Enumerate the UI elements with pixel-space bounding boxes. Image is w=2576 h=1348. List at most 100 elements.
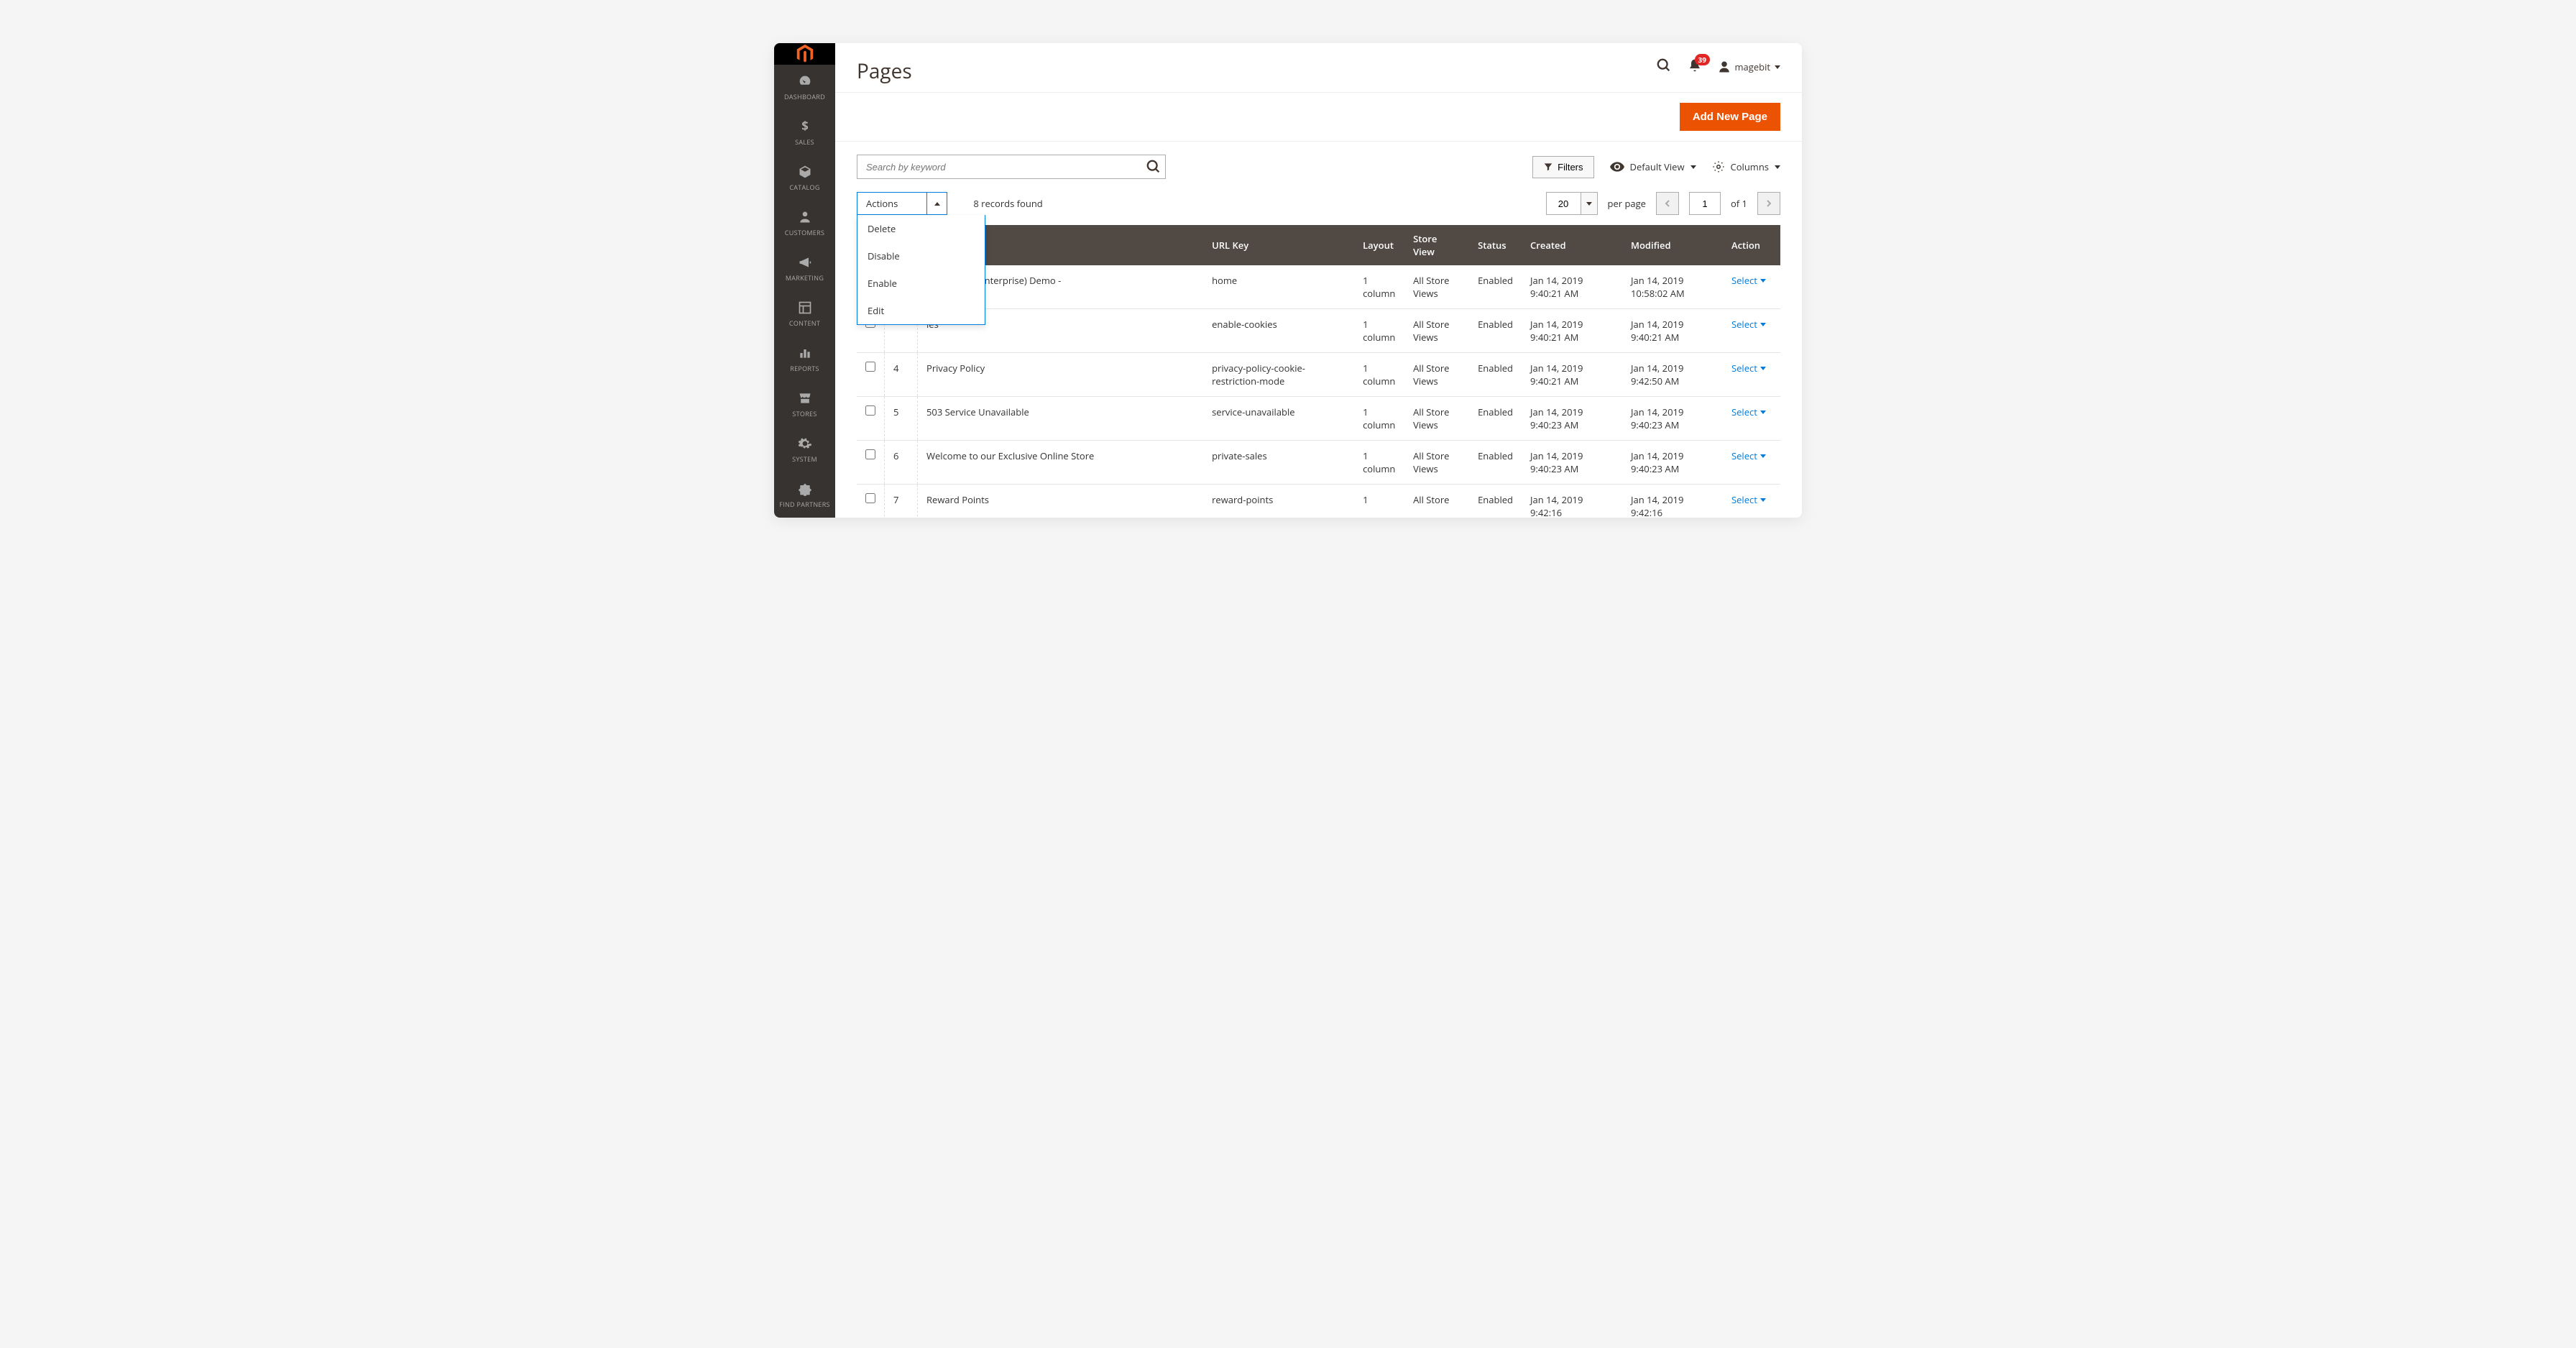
caret-down-icon [1760,279,1766,283]
action-edit[interactable]: Edit [857,297,985,324]
actions-dropdown[interactable]: Actions [857,192,947,215]
filters-button[interactable]: Filters [1532,156,1593,178]
caret-down-icon[interactable] [1581,192,1598,215]
add-new-page-button[interactable]: Add New Page [1680,103,1780,131]
sidebar-item-label: CUSTOMERS [785,228,824,237]
page-size-input[interactable] [1546,192,1581,215]
sidebar-item-find-partners[interactable]: FIND PARTNERS [774,472,835,518]
select-action-link[interactable]: Select [1731,362,1766,375]
cell-title: 503 Service Unavailable [918,397,1204,441]
row-checkbox-cell [857,353,885,397]
magento-logo[interactable] [774,43,835,65]
action-delete[interactable]: Delete [857,215,985,242]
caret-down-icon [1690,165,1696,169]
cell-action: Select [1723,485,1780,518]
row-checkbox[interactable] [865,362,875,372]
table-row: 7Reward Pointsreward-points1All StoreEna… [857,485,1780,518]
col-layout[interactable]: Layout [1354,225,1404,265]
row-checkbox-cell [857,441,885,485]
cell-layout: 1 [1354,485,1404,518]
sidebar-item-label: SALES [795,137,814,147]
funnel-icon [1543,162,1553,172]
dollar-icon: $ [797,119,813,134]
col-store-view[interactable]: Store View [1404,225,1469,265]
select-action-link[interactable]: Select [1731,318,1766,331]
per-page-label: per page [1608,197,1646,210]
records-found-label: 8 records found [973,197,1042,210]
select-action-link[interactable]: Select [1731,449,1766,462]
cell-url-key: reward-points [1203,485,1354,518]
cell-created: Jan 14, 2019 9:40:21 AM [1522,353,1622,397]
sidebar-item-content[interactable]: CONTENT [774,291,835,336]
cell-store-view: All Store Views [1404,397,1469,441]
eye-icon [1610,162,1624,172]
next-page-button[interactable] [1757,192,1780,215]
sidebar-item-sales[interactable]: $ SALES [774,110,835,155]
cell-title: Welcome to our Exclusive Online Store [918,441,1204,485]
caret-down-icon [1760,367,1766,370]
page-size-selector[interactable] [1546,192,1598,215]
cell-store-view: All Store Views [1404,441,1469,485]
caret-down-icon [1760,411,1766,414]
col-modified[interactable]: Modified [1622,225,1723,265]
action-disable[interactable]: Disable [857,242,985,270]
sidebar-item-catalog[interactable]: CATALOG [774,155,835,201]
cell-action: Select [1723,397,1780,441]
storefront-icon [797,390,813,406]
columns-button[interactable]: Columns [1712,160,1780,173]
gauge-icon [797,73,813,89]
caret-up-icon [926,193,947,214]
select-action-link[interactable]: Select [1731,493,1766,506]
cell-layout: 1 column [1354,441,1404,485]
col-action[interactable]: Action [1723,225,1780,265]
actions-bar: Actions Delete Disable Enable Edit 8 rec… [835,186,1802,225]
row-checkbox[interactable] [865,493,875,503]
table-row: 4Privacy Policyprivacy-policy-cookie-res… [857,353,1780,397]
cell-created: Jan 14, 2019 9:40:21 AM [1522,309,1622,353]
cell-modified: Jan 14, 2019 9:40:21 AM [1622,309,1723,353]
actions-dropdown-label: Actions [857,197,926,210]
cell-modified: Jan 14, 2019 10:58:02 AM [1622,265,1723,309]
cell-status: Enabled [1469,353,1522,397]
row-checkbox[interactable] [865,405,875,416]
sidebar-item-label: STORES [792,409,816,418]
cell-id: 7 [885,485,918,518]
cube-icon [797,164,813,180]
col-created[interactable]: Created [1522,225,1622,265]
sidebar-item-customers[interactable]: CUSTOMERS [774,201,835,246]
total-pages-label: of 1 [1731,197,1747,210]
cell-store-view: All Store Views [1404,353,1469,397]
sidebar-item-dashboard[interactable]: DASHBOARD [774,65,835,110]
cell-created: Jan 14, 2019 9:42:16 [1522,485,1622,518]
row-checkbox[interactable] [865,449,875,459]
search-submit-button[interactable] [1146,159,1162,178]
table-row: 5503 Service Unavailableservice-unavaila… [857,397,1780,441]
sidebar-item-label: SYSTEM [792,454,817,464]
select-action-link[interactable]: Select [1731,405,1766,418]
sidebar-item-reports[interactable]: REPORTS [774,336,835,382]
sidebar-item-label: CONTENT [789,318,820,328]
prev-page-button[interactable] [1656,192,1679,215]
caret-down-icon [1775,165,1780,169]
cell-action: Select [1723,265,1780,309]
sidebar-item-marketing[interactable]: MARKETING [774,246,835,291]
col-url-key[interactable]: URL Key [1203,225,1354,265]
action-enable[interactable]: Enable [857,270,985,297]
cell-status: Enabled [1469,485,1522,518]
current-page-input[interactable] [1689,192,1721,215]
keyword-search-input[interactable] [857,155,1166,179]
cell-created: Jan 14, 2019 9:40:21 AM [1522,265,1622,309]
cell-action: Select [1723,309,1780,353]
user-menu[interactable]: magebit [1718,60,1781,73]
main-content: Pages 39 magebit Add New Page [835,43,1802,518]
search-icon[interactable] [1656,58,1672,76]
col-status[interactable]: Status [1469,225,1522,265]
select-action-link[interactable]: Select [1731,274,1766,287]
default-view-button[interactable]: Default View [1610,160,1696,173]
sidebar-item-system[interactable]: SYSTEM [774,427,835,472]
sidebar-item-stores[interactable]: STORES [774,382,835,427]
sidebar-item-label: FIND PARTNERS [779,500,830,509]
notifications-button[interactable]: 39 [1688,58,1702,75]
filter-bar: Filters Default View Columns [835,142,1802,186]
page-header: Pages 39 magebit [835,43,1802,92]
